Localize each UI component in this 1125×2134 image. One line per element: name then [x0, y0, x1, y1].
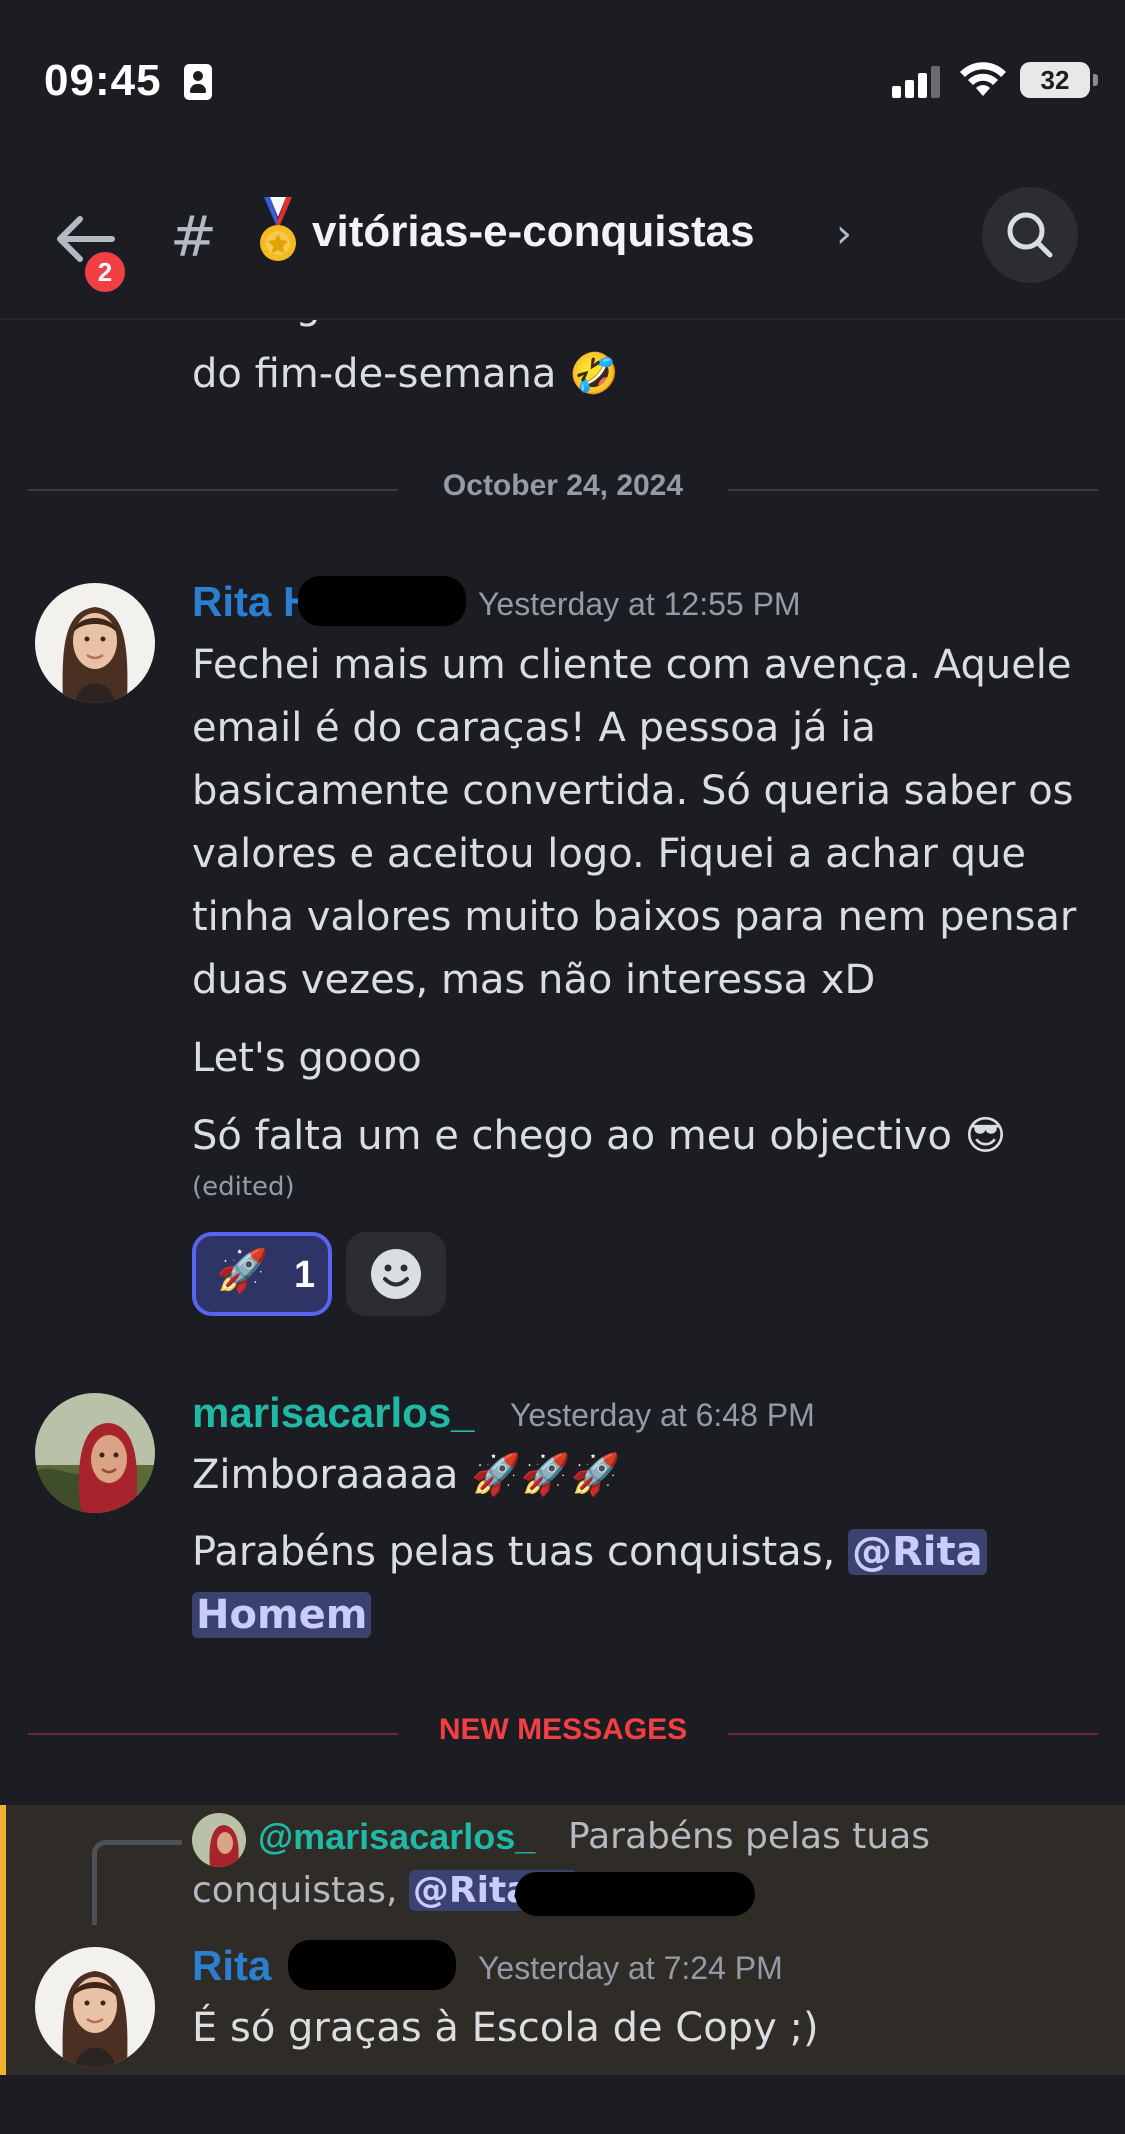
message-text: Só falta um e chego ao meu objectivo 😎: [192, 1113, 1007, 1159]
message-text: Homem: [192, 1592, 372, 1638]
message-text: Fechei mais um cliente com avença. Aquel…: [192, 642, 1072, 688]
reply-preview-text[interactable]: Parabéns pelas tuas: [568, 1816, 930, 1857]
status-time: 09:45: [44, 56, 162, 105]
battery-indicator: 32: [1020, 62, 1098, 98]
chevron-right-icon[interactable]: ›: [836, 211, 852, 257]
message-text: Zimboraaaaa 🚀🚀🚀: [192, 1452, 621, 1498]
message-text: Parabéns pelas tuas conquistas, @Rita: [192, 1529, 987, 1575]
channel-name[interactable]: vitórias-e-conquistas: [312, 207, 755, 257]
reply-author[interactable]: @marisacarlos_: [258, 1816, 535, 1858]
message-author[interactable]: Rita H: [192, 578, 313, 626]
add-reaction-button[interactable]: [346, 1232, 446, 1316]
date-label: October 24, 2024: [442, 469, 684, 502]
redaction: [298, 576, 466, 626]
message-text: Let's goooo: [192, 1035, 422, 1081]
edited-label: (edited): [192, 1172, 295, 1202]
message-text: tinha valores muito baixos para nem pens…: [192, 894, 1077, 940]
cellular-signal-icon: [892, 64, 942, 98]
avatar[interactable]: [35, 1947, 155, 2067]
user-mention[interactable]: Homem: [192, 1592, 372, 1638]
message-text: duas vezes, mas não interessa xD: [192, 957, 876, 1003]
message-text: valores e aceitou logo. Fiquei a achar q…: [192, 831, 1026, 877]
message-timestamp: Yesterday at 12:55 PM: [478, 586, 801, 622]
rocket-icon: 🚀: [216, 1246, 269, 1295]
avatar[interactable]: [35, 1393, 155, 1513]
message-author[interactable]: marisacarlos_: [192, 1389, 475, 1437]
message-text-part: Parabéns pelas tuas conquistas,: [192, 1529, 848, 1575]
message-text: do fim-de-semana 🤣: [192, 351, 619, 397]
reply-text-part: conquistas,: [192, 1870, 409, 1911]
status-bar: 09:45 32: [0, 0, 1125, 165]
message-timestamp: Yesterday at 6:48 PM: [510, 1397, 815, 1433]
reaction-count: 1: [294, 1254, 316, 1296]
avatar[interactable]: [35, 583, 155, 703]
smiley-icon: [371, 1249, 421, 1299]
message-text: as segundas à malta ainda está a ver ema…: [192, 320, 1088, 328]
message-text: É só graças à Escola de Copy ;): [192, 2005, 819, 2051]
channel-hash-icon: #: [170, 205, 217, 270]
redaction: [515, 1872, 755, 1916]
new-messages-divider: NEW MESSAGES: [28, 1713, 1098, 1746]
channel-header: 2 # vitórias-e-conquistas ›: [0, 165, 1125, 320]
reply-spine: [92, 1840, 182, 1925]
message-text: basicamente convertida. Só queria saber …: [192, 768, 1074, 814]
new-messages-label: NEW MESSAGES: [438, 1713, 688, 1746]
medal-icon: [260, 197, 296, 261]
message-list[interactable]: as segundas à malta ainda está a ver ema…: [0, 320, 1125, 2075]
date-divider: October 24, 2024: [28, 469, 1098, 502]
search-icon: [1007, 212, 1053, 258]
message-author[interactable]: Rita: [192, 1942, 271, 1990]
reaction-rocket[interactable]: 🚀 1: [192, 1232, 332, 1316]
message-text: email é do caraças! A pessoa já ia: [192, 705, 876, 751]
bottom-area: [0, 2075, 1125, 2134]
id-card-icon: [184, 64, 212, 100]
redaction: [288, 1940, 456, 1990]
reply-avatar[interactable]: [192, 1813, 246, 1867]
unread-badge: 2: [80, 247, 130, 297]
wifi-icon: [960, 62, 1006, 96]
search-button[interactable]: [982, 187, 1078, 283]
user-mention[interactable]: @Rita: [847, 1529, 987, 1575]
message-timestamp: Yesterday at 7:24 PM: [478, 1950, 783, 1986]
